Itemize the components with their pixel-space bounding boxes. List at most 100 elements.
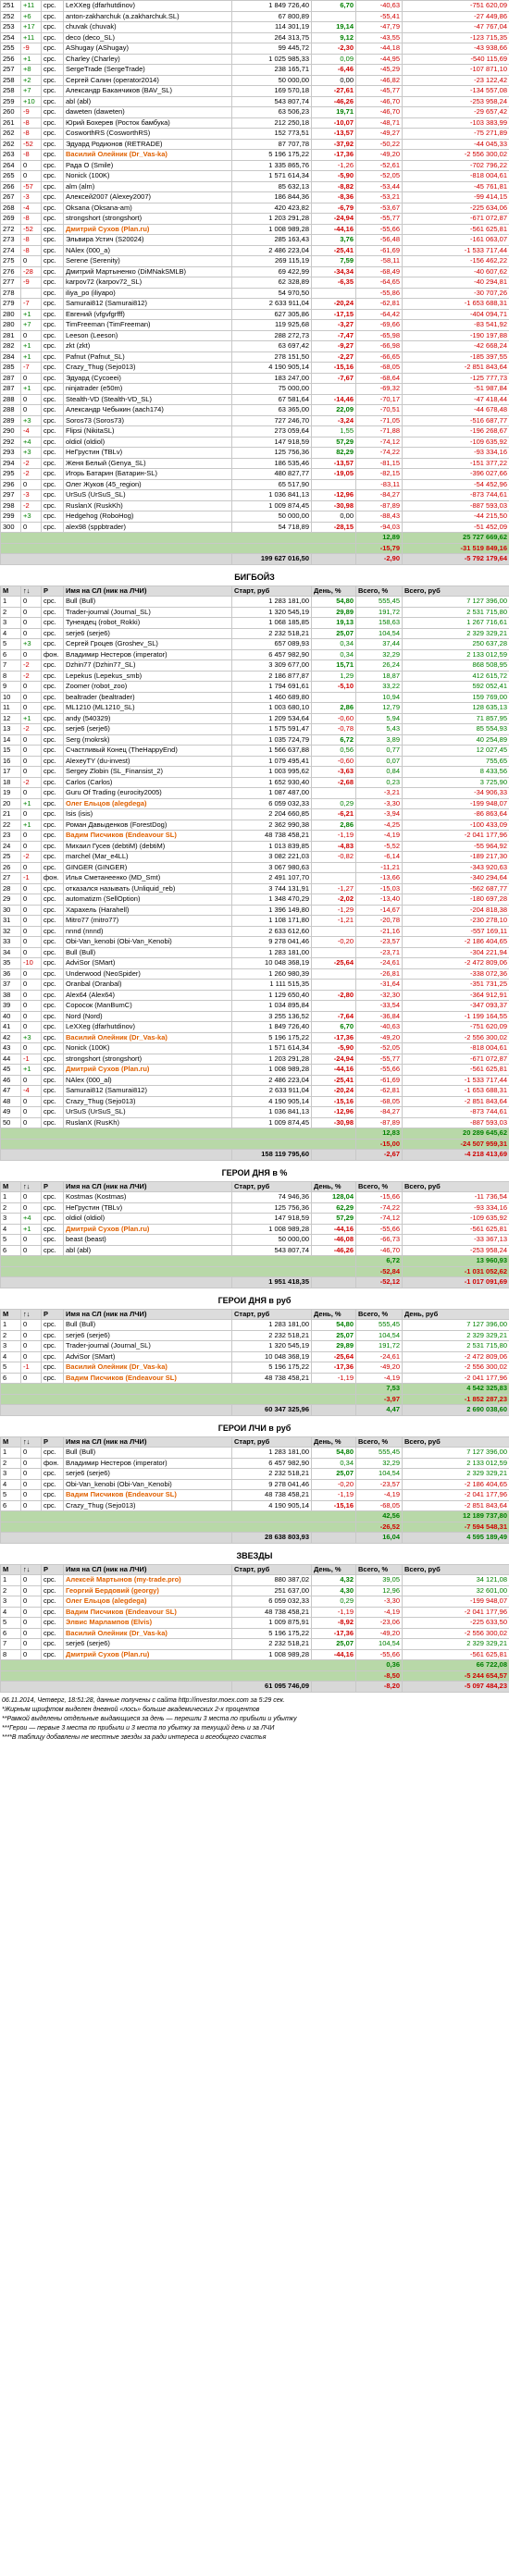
cell-type: срс. (41, 733, 64, 746)
cell-start: 1 396 149,80 (231, 904, 312, 916)
cell-participant: Олег Ельцов (alegdega) (63, 1596, 232, 1608)
cell-type: срс. (41, 447, 64, 459)
cell-total-pct: 555,45 (355, 1447, 403, 1459)
cell-participant: Carlos (Carlos) (63, 776, 232, 788)
cell-participant: Харахель (Harahell) (63, 904, 232, 916)
cell-day-pct: -17,36 (311, 1031, 356, 1043)
cell-participant: chuvak (chuvak) (63, 21, 232, 33)
table-row: 28 0 срс. отказался называть (Unliquid_reb)… (0, 882, 509, 894)
cell-day-pct: 57,29 (311, 436, 356, 448)
cell-rank: 269 (0, 213, 21, 225)
cell-total-pct: -68,05 (355, 362, 403, 374)
cell-type: срс. (41, 712, 64, 724)
cell-start: 50 000,00 (231, 1234, 312, 1246)
col-name: Имя на СЛ (ник на ЛЧИ) (63, 1436, 232, 1448)
cell-move: +3 (20, 1031, 42, 1043)
cell-start: 186 844,36 (231, 191, 312, 203)
cell-total-rub: -199 948,07 (402, 1596, 509, 1608)
cell-day-pct: -17,36 (311, 1627, 356, 1639)
cell-day-pct: -8,92 (311, 1617, 356, 1629)
cell-type: срс. (41, 1638, 64, 1650)
cell-day-pct: -17,36 (311, 1362, 356, 1374)
cell-move: 0 (20, 946, 42, 958)
cell-participant: AdviSor (SMart) (63, 1350, 232, 1362)
table-row: 8 0 срс. Дмитрий Сухов (Plan.ru) 1 008 989,2… (0, 1648, 509, 1660)
cell-rank: 8 (0, 1648, 21, 1660)
cell-rank: 253 (0, 21, 21, 33)
cell-total-pct: -87,89 (355, 1116, 403, 1128)
cell-rank: 274 (0, 244, 21, 256)
cell-day-pct: -1,21 (311, 915, 356, 927)
cell-day-pct: 128,04 (311, 1191, 356, 1203)
cell-start: 1 036 841,13 (231, 1106, 312, 1118)
cell-move: 0 (20, 1202, 42, 1214)
table-row: 266 -57 срс. alm (alm) 85 632,13 -8,82 -53,44-… (0, 180, 509, 192)
cell-move: +1 (20, 53, 42, 65)
cell-total-pct: -56,48 (355, 234, 403, 246)
cell-rank: 9 (0, 681, 21, 693)
cell-total-pct: -62,81 (355, 1085, 403, 1097)
cell-total-rub: -11 736,54 (402, 1191, 509, 1203)
cell-move: 0 (20, 1638, 42, 1650)
heroes-pct-title: ГЕРОИ ДНЯ в % (221, 1167, 288, 1177)
cell-type: срс. (41, 925, 64, 937)
cell-day-pct (311, 979, 356, 991)
cell-start: 1 575 591,47 (231, 723, 312, 735)
cell-move: 0 (20, 1350, 42, 1362)
cell-move: 0 (20, 404, 42, 416)
table-row: 4 +1 срс. Дмитрий Сухов (Plan.ru) 1 008 989,… (0, 1223, 509, 1235)
table-row: 272 -52 срс. Дмитрий Сухов (Plan.ru) 1 008 9… (0, 223, 509, 235)
cell-total-rub: -204 818,38 (402, 904, 509, 916)
cell-type: срс. (41, 404, 64, 416)
col-dayr: День, руб (402, 1308, 509, 1320)
cell-type: срс. (41, 1085, 64, 1097)
cell-total-pct: 3,89 (355, 733, 403, 746)
cell-rank: 290 (0, 425, 21, 438)
cell-day-pct (311, 872, 356, 884)
cell-move: -2 (20, 776, 42, 788)
cell-total-rub: 8 433,56 (402, 766, 509, 778)
table-row: 38 0 срс. Alex64 (Alex64) 1 129 650,40 -2,80-… (0, 989, 509, 1001)
cell-total-pct: -4,19 (355, 1606, 403, 1618)
cell-total-rub: -42 668,24 (402, 340, 509, 352)
cell-total-pct: -74,12 (355, 436, 403, 448)
col-day: День, % (311, 1563, 356, 1575)
cell-rank: 48 (0, 1095, 21, 1107)
cell-rank: 6 (0, 648, 21, 660)
cell-total-rub: -2 472 809,06 (402, 1350, 509, 1362)
cell-total-rub: -93 334,16 (402, 447, 509, 459)
cell-day-pct: -24,94 (311, 1053, 356, 1065)
cell-day-pct: -2,30 (311, 43, 356, 55)
sum-negative-pct: -15,79 (355, 542, 403, 554)
cell-move (20, 287, 42, 299)
cell-total-pct: -52,05 (355, 170, 403, 182)
cell-participant: automatizm (SellOption) (63, 894, 232, 906)
cell-day-pct: -8,36 (311, 191, 356, 203)
cell-total-pct: -53,44 (355, 180, 403, 192)
cell-participant: Oksana (Oksana-am) (63, 202, 232, 214)
cell-rank: 299 (0, 511, 21, 523)
cell-type: срс. (41, 1031, 64, 1043)
cell-type: срс. (41, 1350, 64, 1362)
cell-type: срс. (41, 85, 64, 97)
heroes-pct-header: М ↑↓ Р Имя на СЛ (ник на ЛЧИ) Старт, руб… (0, 1180, 509, 1192)
cell-start: 288 272,73 (231, 329, 312, 341)
cell-total-pct: 0,77 (355, 745, 403, 757)
cell-rank: 256 (0, 53, 21, 65)
cell-day-pct: 0,29 (311, 1596, 356, 1608)
cell-type: срс. (41, 1584, 64, 1596)
cell-day-pct: 22,09 (311, 404, 356, 416)
table-row: 293 +3 срс. НеГрустин (TBLv) 125 756,36 82,29… (0, 447, 509, 459)
cell-day-pct: -27,61 (311, 85, 356, 97)
footer-timestamp: 06.11.2014, Четверг, 18:51:28, данные по… (2, 1696, 285, 1704)
cell-total-rub: -44 215,50 (402, 511, 509, 523)
cell-rank: 263 (0, 149, 21, 161)
cell-move: +1 (20, 1064, 42, 1076)
col-start: Старт, руб (231, 585, 312, 597)
cell-total-pct: -87,89 (355, 499, 403, 512)
cell-type: срс. (41, 53, 64, 65)
cell-total-rub: -2 186 404,65 (402, 936, 509, 948)
col-name: Имя на СЛ (ник на ЛЧИ) (63, 1308, 232, 1320)
cell-type: срс. (41, 223, 64, 235)
cell-total-pct: -66,73 (355, 1234, 403, 1246)
